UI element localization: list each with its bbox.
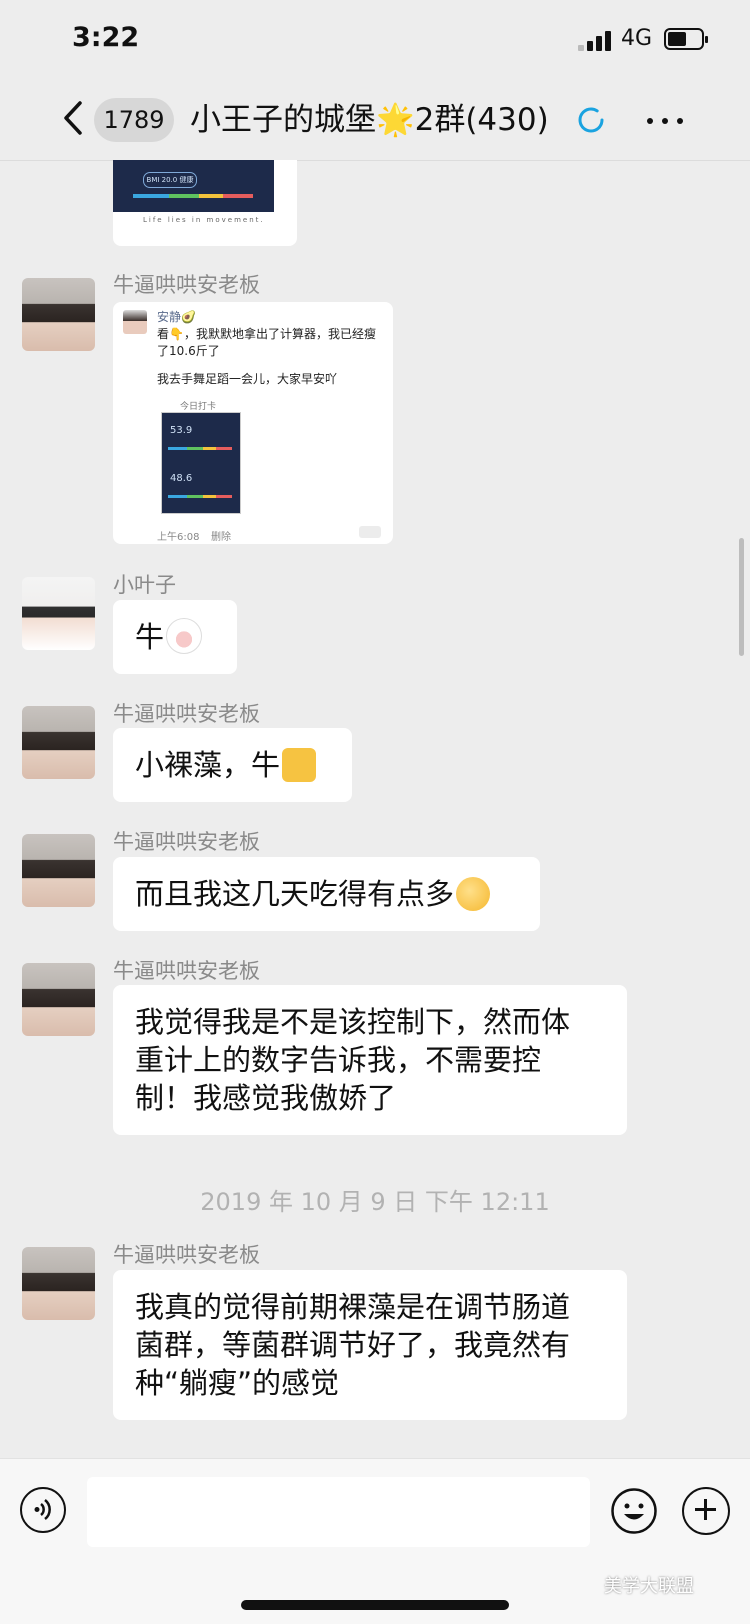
message-line: 重计上的数字告诉我，不需要控 (135, 1043, 542, 1077)
sender-name: 牛逼哄哄安老板 (113, 702, 260, 726)
quoted-name: 安静🥑 (157, 310, 196, 324)
message-line: 种“躺瘦”的感觉 (135, 1366, 340, 1400)
avatar[interactable] (22, 577, 95, 650)
quoted-card: 今日打卡 53.9 48.6 (161, 402, 241, 514)
avatar[interactable] (22, 963, 95, 1036)
thumbs-up-emoji-icon (282, 748, 317, 782)
sender-name: 牛逼哄哄安老板 (113, 1243, 260, 1267)
sender-name: 牛逼哄哄安老板 (113, 959, 260, 983)
message-bubble[interactable]: 而且我这几天吃得有点多 (113, 857, 540, 931)
emoji-button-icon[interactable] (610, 1487, 658, 1535)
cow-emoji-icon (166, 618, 203, 654)
facepalm-emoji-icon (456, 877, 491, 911)
message-line: 菌群，等菌群调节好了，我竟然有 (135, 1328, 571, 1362)
image-message[interactable]: 安静🥑 看👇，我默默地拿出了计算器，我已经瘦了10.6斤了 我去手舞足蹈一会儿，… (113, 302, 393, 544)
back-chevron-icon[interactable] (62, 100, 84, 136)
card-label: 今日打卡 (180, 402, 217, 412)
sender-name: 小叶子 (113, 573, 176, 597)
more-options-icon[interactable] (645, 108, 685, 132)
quoted-time: 上午6:08 (157, 532, 200, 543)
message-bubble[interactable]: 牛 (113, 600, 237, 674)
message-text: 牛 (135, 620, 165, 654)
signal-icon (578, 31, 612, 51)
message-bubble[interactable]: 我觉得我是不是该控制下，然而体 重计上的数字告诉我，不需要控 制！我感觉我傲娇了 (113, 985, 627, 1135)
avatar[interactable] (22, 834, 95, 907)
message-line: 我觉得我是不是该控制下，然而体 (135, 1005, 571, 1039)
avatar[interactable] (22, 278, 95, 351)
scrollbar[interactable] (739, 538, 744, 656)
status-time: 3:22 (72, 22, 140, 53)
message-input[interactable] (87, 1477, 590, 1547)
message-bubble[interactable]: 我真的觉得前期裸藻是在调节肠道 菌群，等菌群调节好了，我竟然有 种“躺瘦”的感觉 (113, 1270, 627, 1420)
bmi-pill: BMI 20.0 健康 (143, 172, 197, 188)
chat-title: 小王子的城堡🌟2群(430) (190, 102, 549, 138)
message-text: 小裸藻，牛 (135, 748, 281, 782)
message-line: 制！我感觉我傲娇了 (135, 1081, 397, 1115)
voice-input-button[interactable] (20, 1487, 66, 1533)
card-value: 53.9 (170, 425, 193, 436)
avatar[interactable] (22, 706, 95, 779)
unread-count-badge[interactable]: 1789 (94, 98, 174, 142)
message-line: 我真的觉得前期裸藻是在调节肠道 (135, 1290, 571, 1324)
quoted-avatar (123, 310, 147, 334)
quoted-delete: 删除 (211, 532, 231, 543)
home-indicator (241, 1600, 509, 1610)
image-message-partial[interactable]: BMI 20.0 健康 Life lies in movement. (113, 160, 297, 246)
sender-name: 牛逼哄哄安老板 (113, 273, 260, 297)
quoted-text: 我去手舞足蹈一会儿，大家早安吖 (157, 372, 338, 386)
watermark: 美学大联盟 (604, 1576, 694, 1597)
message-text: 而且我这几天吃得有点多 (135, 877, 455, 911)
quoted-text: 看👇，我默默地拿出了计算器，我已经瘦了10.6斤了 (157, 327, 376, 358)
avatar[interactable] (22, 1247, 95, 1320)
card-value: 48.6 (170, 473, 193, 484)
timestamp-divider: 2019 年 10 月 9 日 下午 12:11 (200, 1188, 550, 1216)
message-bubble[interactable]: 小裸藻，牛 (113, 728, 352, 802)
quoted-menu-icon (359, 526, 381, 538)
add-more-button[interactable] (682, 1487, 730, 1535)
loading-spinner-icon (578, 107, 604, 133)
network-type: 4G (621, 26, 653, 51)
image-caption: Life lies in movement. (143, 216, 265, 224)
voice-icon (34, 1499, 51, 1520)
sender-name: 牛逼哄哄安老板 (113, 830, 260, 854)
battery-icon (664, 28, 708, 50)
